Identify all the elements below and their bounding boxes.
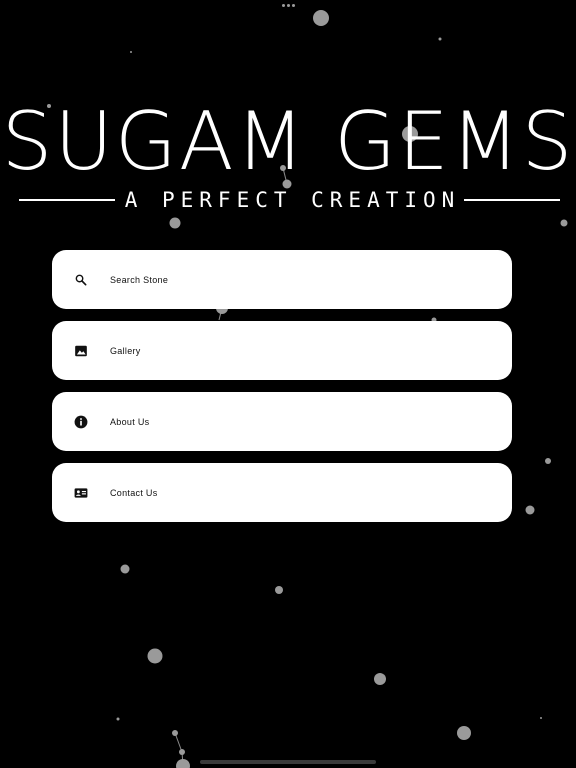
- search-icon: [52, 273, 110, 287]
- info-icon: [52, 415, 110, 429]
- contact-us-label: Contact Us: [110, 487, 158, 498]
- search-stone-button[interactable]: Search Stone: [52, 250, 512, 309]
- about-us-button[interactable]: About Us: [52, 392, 512, 451]
- contact-card-icon: [52, 486, 110, 500]
- main-menu: Search Stone Gallery About Us Contact Us: [52, 250, 512, 534]
- tagline-right-line: [464, 199, 561, 201]
- image-icon: [52, 344, 110, 358]
- home-indicator[interactable]: [200, 760, 376, 764]
- tagline-left-line: [19, 199, 115, 201]
- contact-us-button[interactable]: Contact Us: [52, 463, 512, 522]
- brand-title: SUGAM GEMS: [1, 95, 575, 188]
- gallery-label: Gallery: [110, 345, 141, 356]
- more-options-icon[interactable]: [282, 4, 295, 7]
- tagline-row: A PERFECT CREATION: [19, 186, 561, 214]
- search-stone-label: Search Stone: [110, 274, 169, 285]
- about-us-label: About Us: [110, 416, 150, 427]
- gallery-button[interactable]: Gallery: [52, 321, 512, 380]
- brand-tagline: A PERFECT CREATION: [124, 188, 461, 212]
